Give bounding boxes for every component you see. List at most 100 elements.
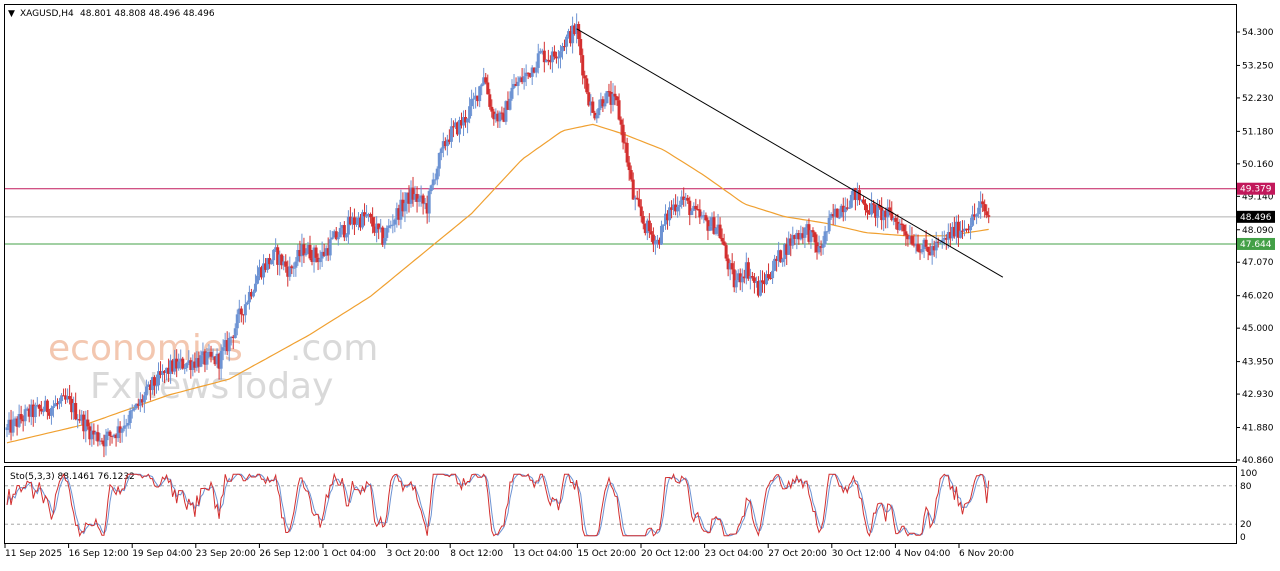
candle-body (565, 36, 569, 47)
candle-body (662, 224, 665, 226)
header-arrow[interactable]: ▼ (8, 9, 15, 19)
candle-body (872, 203, 876, 205)
candle-body (86, 419, 90, 427)
candle-body (983, 204, 987, 212)
candle-body (449, 126, 453, 142)
candle-body (847, 207, 851, 209)
candle-body (431, 179, 435, 186)
candle-body (718, 224, 722, 238)
candle-body (734, 280, 738, 288)
candle-body (330, 237, 334, 240)
candle-body (470, 99, 474, 107)
candle-body (427, 191, 431, 214)
candle-body (451, 126, 455, 128)
candle-body (516, 81, 520, 86)
candle-body (227, 337, 231, 352)
candle-body (292, 267, 296, 269)
candle-body (336, 237, 340, 240)
candle-body (510, 87, 514, 99)
candle-body (758, 280, 762, 296)
y-tick-label: 46.020 (1242, 292, 1274, 302)
candle-body (910, 236, 914, 245)
candle-body (41, 411, 45, 413)
candle-body (498, 112, 502, 122)
x-tick-label: 3 Oct 20:00 (387, 549, 440, 559)
candle-body (926, 246, 930, 252)
candle-body (958, 230, 962, 238)
candle (605, 90, 609, 104)
candle-body (352, 217, 356, 225)
candle-body (835, 208, 839, 218)
candle-body (177, 361, 181, 369)
candle-body (760, 280, 764, 283)
candle-body (577, 24, 581, 40)
y-tick-label: 50.160 (1242, 160, 1274, 170)
candle-body (239, 308, 243, 315)
candle-body (33, 406, 37, 418)
candle-body (767, 274, 771, 278)
candle-body (920, 249, 924, 253)
candle-body (857, 190, 861, 201)
candle-body (904, 231, 908, 236)
stoch-label: Sto(5,3,3) 88.1461 76.1232 (10, 472, 135, 482)
watermark: economies .com FxNewsToday (48, 328, 378, 407)
candle-body (977, 207, 981, 215)
candle (835, 208, 839, 219)
stoch-tick-label: 80 (1240, 482, 1252, 492)
stoch-tick-label: 0 (1240, 533, 1246, 543)
candle-body (58, 401, 62, 404)
candle-body (253, 283, 257, 292)
candle-body (641, 216, 645, 224)
stoch-pane-frame (4, 466, 1237, 544)
y-tick-label: 53.250 (1242, 61, 1274, 71)
candle-body (627, 162, 631, 171)
candle-body (130, 410, 134, 412)
time-axis[interactable]: 11 Sep 2025 16 Sep 12:00 19 Sep 04:00 23 Se… (4, 544, 1014, 559)
candle-body (181, 358, 185, 369)
candle-body (803, 227, 807, 238)
candle-body (771, 270, 775, 279)
candle-body (126, 423, 130, 426)
x-tick-label: 15 Oct 20:00 (577, 549, 636, 559)
y-tick-label: 41.880 (1242, 424, 1274, 434)
candle-body (987, 215, 991, 217)
candle-body (478, 86, 482, 102)
candle-body (294, 261, 298, 268)
candle-body (393, 219, 397, 225)
candle-body (653, 240, 657, 245)
candle-body (199, 355, 203, 367)
candle-body (11, 419, 15, 433)
x-tick-label: 19 Sep 04:00 (132, 549, 192, 559)
candle-body (183, 367, 187, 369)
candle-body (344, 234, 348, 238)
y-tick-label: 45.000 (1242, 324, 1274, 334)
candle-body (437, 153, 441, 169)
candle-body (552, 51, 556, 57)
candle-body (486, 82, 490, 95)
candle-body (694, 205, 698, 210)
candle-body (811, 230, 815, 233)
candle-body (969, 225, 973, 231)
candle-body (37, 404, 41, 409)
candle-body (433, 179, 437, 181)
candle-body (128, 410, 132, 424)
candle-body (708, 226, 712, 231)
candle-body (534, 67, 538, 73)
candle-body (96, 432, 100, 442)
candle-body (625, 142, 629, 163)
chart-window[interactable]: economies .com FxNewsToday ▼ XAGUSD,H4 4… (0, 0, 1280, 567)
candle-body (68, 396, 72, 399)
candle-body (866, 210, 870, 213)
x-tick-label: 20 Oct 12:00 (641, 549, 700, 559)
candle-body (209, 351, 213, 357)
y-tick-label: 52.230 (1242, 94, 1274, 104)
candle-body (724, 245, 728, 259)
chart-svg[interactable]: economies .com FxNewsToday ▼ XAGUSD,H4 4… (0, 0, 1280, 567)
candle-body (272, 249, 276, 261)
candle-body (900, 223, 904, 225)
candle-body (722, 241, 726, 246)
candle-body (595, 115, 599, 119)
candle-body (108, 431, 112, 436)
candle-body (124, 425, 128, 427)
candle-body (120, 428, 124, 433)
